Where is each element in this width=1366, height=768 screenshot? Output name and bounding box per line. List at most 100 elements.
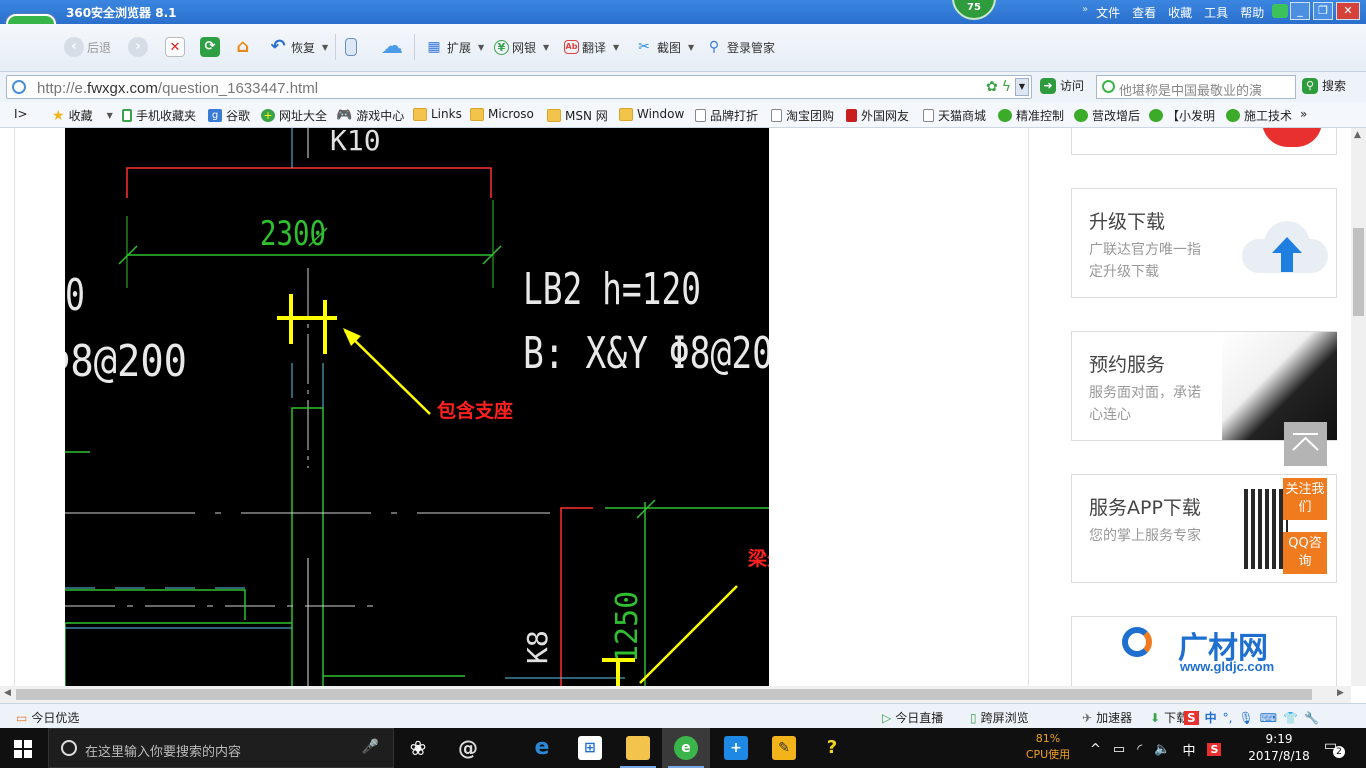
back-to-top-button[interactable] xyxy=(1284,422,1327,466)
chevron-down-icon: ▼ xyxy=(478,42,485,52)
menu-help[interactable]: 帮助 xyxy=(1240,4,1264,21)
extend-button[interactable]: ▦ 扩展 ▼ xyxy=(424,34,484,60)
favorite-item[interactable]: 精准控制 xyxy=(998,107,1064,124)
scrollbar-thumb[interactable] xyxy=(16,689,1312,700)
menu-favorites[interactable]: 收藏 xyxy=(1168,4,1192,21)
favorite-item[interactable]: Window xyxy=(619,107,684,121)
download-button[interactable]: ⬇ 下载 xyxy=(1150,709,1188,726)
360-browser-app[interactable]: e xyxy=(662,728,710,768)
home-button[interactable]: ⌂ xyxy=(233,34,253,60)
favorite-item[interactable]: 【小发明 xyxy=(1149,107,1215,124)
edge-app[interactable]: e xyxy=(518,728,566,768)
brand-card[interactable]: 广材网 www.gldjc.com xyxy=(1071,616,1337,686)
vertical-scrollbar[interactable]: ▲ xyxy=(1351,128,1366,686)
stop-button[interactable]: ✕ xyxy=(165,34,185,60)
file-explorer-app[interactable] xyxy=(614,728,662,768)
lightning-icon[interactable]: ϟ xyxy=(1002,79,1011,95)
taskbar-app-spiral[interactable]: @ xyxy=(444,728,492,768)
taskbar-search-input[interactable]: 在这里输入你要搜索的内容 🎤 xyxy=(48,728,394,768)
score-badge[interactable]: 75 xyxy=(952,0,996,20)
follow-us-button[interactable]: 关注我们 xyxy=(1283,478,1327,520)
flag-icon xyxy=(846,109,857,122)
netbank-button[interactable]: ¥ 网银 ▼ xyxy=(494,34,549,60)
security-icon[interactable]: ✿ xyxy=(986,79,998,95)
taskbar-app-notes[interactable]: ✎ xyxy=(760,728,808,768)
favorite-item[interactable]: 淘宝团购 xyxy=(771,107,834,124)
favorite-item[interactable]: MSN 网 xyxy=(547,107,608,124)
scroll-right-arrow-icon[interactable]: ▶ xyxy=(1337,688,1344,698)
url-text[interactable]: http://e.fwxgx.com/question_1633447.html xyxy=(37,80,318,97)
search-input[interactable]: 他堪称是中国最敬业的演 xyxy=(1096,75,1296,99)
favorite-item[interactable]: ★ 收藏 ▼ xyxy=(52,107,113,124)
favorites-more-button[interactable]: » xyxy=(1300,107,1307,121)
skin-icon[interactable] xyxy=(1272,4,1288,18)
mobile-button[interactable] xyxy=(345,34,357,60)
translate-button[interactable]: Ab 翻译 ▼ xyxy=(564,34,619,60)
clock[interactable]: 9:19 2017/8/18 xyxy=(1246,731,1312,765)
windows-start-icon[interactable] xyxy=(14,740,32,758)
favorite-item[interactable]: g 谷歌 xyxy=(208,107,250,124)
search-button[interactable]: ⚲ 搜索 xyxy=(1302,77,1346,94)
ime-indicator[interactable]: 中 xyxy=(1182,740,1195,759)
taskbar-app-help[interactable]: ? xyxy=(808,728,856,768)
cloud-button[interactable]: ☁ xyxy=(378,34,406,60)
favorite-item[interactable]: 外国网友 xyxy=(846,107,909,124)
scroll-up-arrow-icon[interactable]: ▲ xyxy=(1354,130,1361,140)
cpu-usage[interactable]: 81% CPU使用 xyxy=(1018,731,1078,763)
live-button[interactable]: ▷ 今日直播 xyxy=(882,709,943,726)
login-manager-button[interactable]: ⚲ 登录管家 xyxy=(704,34,775,60)
favorite-item[interactable]: 🎮 游戏中心 xyxy=(336,107,404,124)
wifi-icon[interactable]: ◜ xyxy=(1137,742,1142,757)
card-description: 服务面对面，承诺心连心 xyxy=(1089,385,1201,423)
address-bar[interactable]: http://e.fwxgx.com/question_1633447.html… xyxy=(6,75,1032,99)
favorite-item[interactable]: 营改增后 xyxy=(1074,107,1140,124)
favorite-item[interactable]: 手机收藏夹 xyxy=(122,107,196,124)
battery-icon[interactable]: ▭ xyxy=(1113,742,1125,757)
restore-tab-button[interactable]: ↶ 恢复 ▼ xyxy=(268,34,328,60)
microphone-icon[interactable]: 🎤 xyxy=(362,739,379,755)
accelerator-button[interactable]: ✈ 加速器 xyxy=(1082,709,1132,726)
taskbar-app-blue[interactable]: + xyxy=(712,728,760,768)
favorite-item[interactable]: 施工技术 xyxy=(1226,107,1292,124)
play-icon: ▷ xyxy=(882,710,892,725)
scroll-left-arrow-icon[interactable]: ◀ xyxy=(4,688,11,698)
favorite-item[interactable]: Links xyxy=(413,107,462,121)
today-picks-button[interactable]: ▭ 今日优选 xyxy=(16,709,79,726)
refresh-button[interactable]: ⟳ xyxy=(200,34,220,60)
visit-button[interactable]: ➜ 访问 xyxy=(1040,77,1084,94)
chevron-down-icon: ▼ xyxy=(543,42,550,52)
horizontal-scrollbar[interactable]: ◀ ▶ xyxy=(0,686,1351,703)
qr-code-icon xyxy=(1244,489,1288,569)
back-button[interactable]: ‹ 后退 xyxy=(64,34,111,60)
scrollbar-thumb[interactable] xyxy=(1353,228,1364,316)
cross-screen-button[interactable]: ▯ 跨屏浏览 xyxy=(970,709,1029,726)
chevron-up-icon[interactable]: ^ xyxy=(1090,742,1101,757)
menu-file[interactable]: 文件 xyxy=(1096,4,1120,21)
address-dropdown[interactable]: ▼ xyxy=(1015,78,1029,96)
favorites-expand-button[interactable]: I> xyxy=(14,107,28,121)
forward-button[interactable]: › xyxy=(128,34,148,60)
favorite-item[interactable]: 品牌打折 xyxy=(695,107,758,124)
task-view-icon: ❀ xyxy=(409,736,427,760)
menu-tools[interactable]: 工具 xyxy=(1204,4,1228,21)
bubble-icon xyxy=(1074,109,1088,122)
close-button[interactable]: ✕ xyxy=(1336,2,1360,20)
task-view-app[interactable]: ❀ xyxy=(394,728,442,768)
upgrade-download-card[interactable]: 升级下载 广联达官方唯一指定升级下载 xyxy=(1071,188,1337,298)
store-app[interactable]: ⊞ xyxy=(566,728,614,768)
volume-icon[interactable]: 🔈 xyxy=(1154,742,1170,757)
sidebar-card-partial[interactable] xyxy=(1071,128,1337,155)
notification-center-icon[interactable]: ▭ 2 xyxy=(1324,738,1345,758)
menu-view[interactable]: 查看 xyxy=(1132,4,1156,21)
menu-overflow[interactable]: » xyxy=(1082,4,1088,21)
favorite-item[interactable]: Microso xyxy=(470,107,534,121)
sogou-tray-icon[interactable]: S xyxy=(1207,743,1222,756)
qq-consult-button[interactable]: QQ咨询 xyxy=(1283,532,1327,574)
ime-toolbar[interactable]: S 中 °, 🎙 ⌨ 👕 🔧 xyxy=(1184,709,1319,726)
restore-button[interactable]: ❐ xyxy=(1313,2,1333,20)
favorite-item[interactable]: + 网址大全 xyxy=(261,107,327,124)
minimize-button[interactable]: _ xyxy=(1290,2,1310,20)
screenshot-button[interactable]: ✂ 截图 ▼ xyxy=(634,34,694,60)
favorite-item[interactable]: 天猫商城 xyxy=(923,107,986,124)
plus-icon: + xyxy=(261,109,275,122)
